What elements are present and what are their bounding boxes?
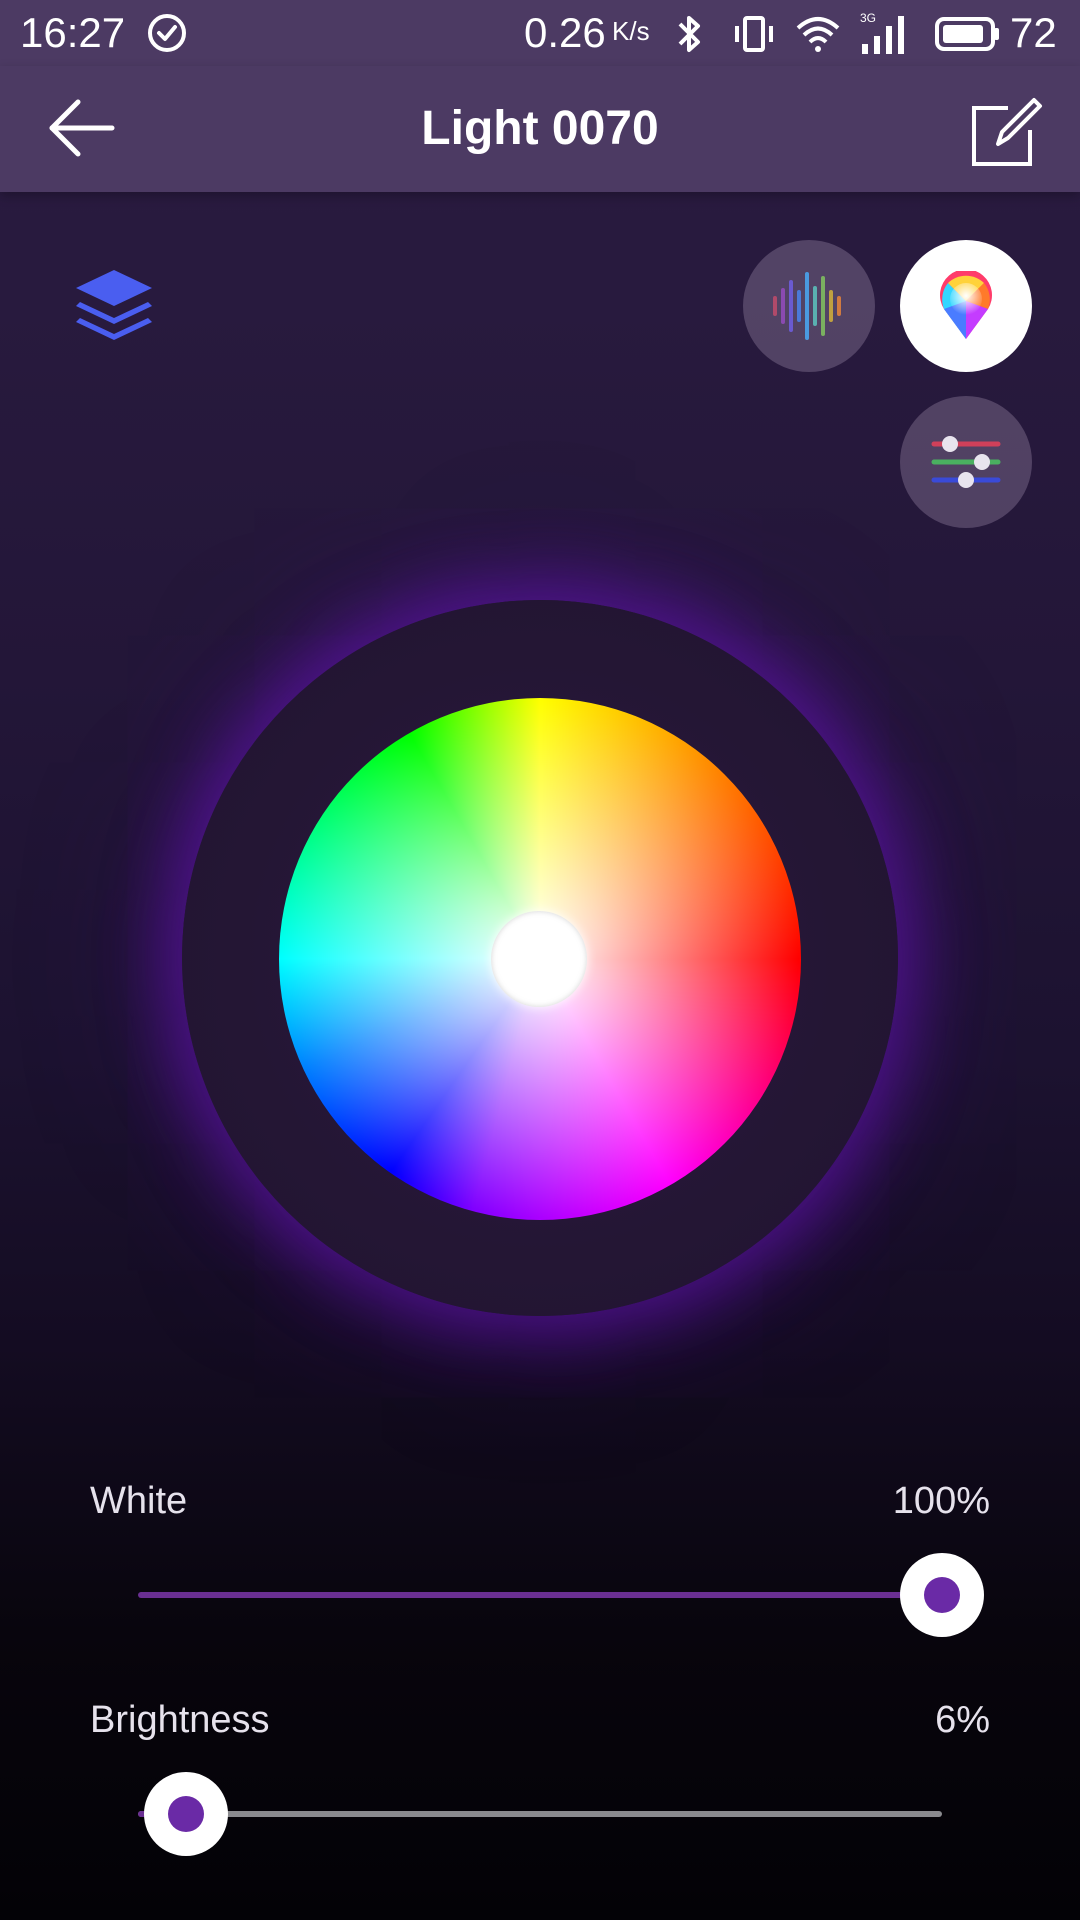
white-slider-value: 100% bbox=[892, 1480, 990, 1522]
bluetooth-icon bbox=[678, 16, 700, 52]
page-title: Light 0070 bbox=[421, 102, 659, 155]
status-time: 16:27 bbox=[20, 9, 126, 56]
check-circle-icon bbox=[148, 14, 186, 52]
rgb-sliders-icon bbox=[931, 436, 1001, 488]
edit-button[interactable] bbox=[960, 86, 1052, 178]
status-bar: 16:27 0.26 K/s 3G 72 bbox=[0, 0, 1080, 66]
brightness-slider-track[interactable] bbox=[138, 1811, 942, 1817]
brightness-slider-label: Brightness bbox=[90, 1699, 270, 1741]
scenes-button[interactable] bbox=[70, 262, 158, 346]
layers-icon bbox=[76, 270, 152, 340]
color-wheel-handle[interactable] bbox=[491, 911, 587, 1007]
arrow-left-icon bbox=[49, 99, 115, 157]
brightness-slider-thumb[interactable] bbox=[144, 1772, 228, 1856]
rgb-mode-button[interactable] bbox=[900, 396, 1032, 528]
white-slider-thumb[interactable] bbox=[900, 1553, 984, 1637]
net-speed: 0.26 bbox=[524, 9, 606, 56]
battery-icon bbox=[935, 17, 999, 51]
edit-icon bbox=[972, 98, 1042, 166]
battery-percent: 72 bbox=[1010, 9, 1057, 56]
white-slider-label: White bbox=[90, 1480, 188, 1522]
white-slider-track[interactable] bbox=[138, 1592, 942, 1598]
back-button[interactable] bbox=[36, 90, 128, 166]
color-drop-icon bbox=[940, 271, 992, 339]
brightness-slider-value: 6% bbox=[935, 1699, 990, 1741]
brightness-slider-thumb-dot bbox=[168, 1796, 204, 1832]
music-mode-button[interactable] bbox=[743, 240, 875, 372]
net-speed-unit: K/s bbox=[612, 16, 650, 46]
color-mode-button[interactable] bbox=[900, 240, 1032, 372]
app-bar: Light 0070 bbox=[0, 66, 1080, 192]
white-slider-thumb-dot bbox=[924, 1577, 960, 1613]
sound-wave-icon bbox=[773, 272, 841, 340]
vibrate-icon bbox=[735, 16, 773, 52]
cell-signal-icon: 3G bbox=[860, 11, 904, 54]
svg-text:3G: 3G bbox=[860, 11, 876, 25]
wifi-icon bbox=[796, 17, 840, 52]
